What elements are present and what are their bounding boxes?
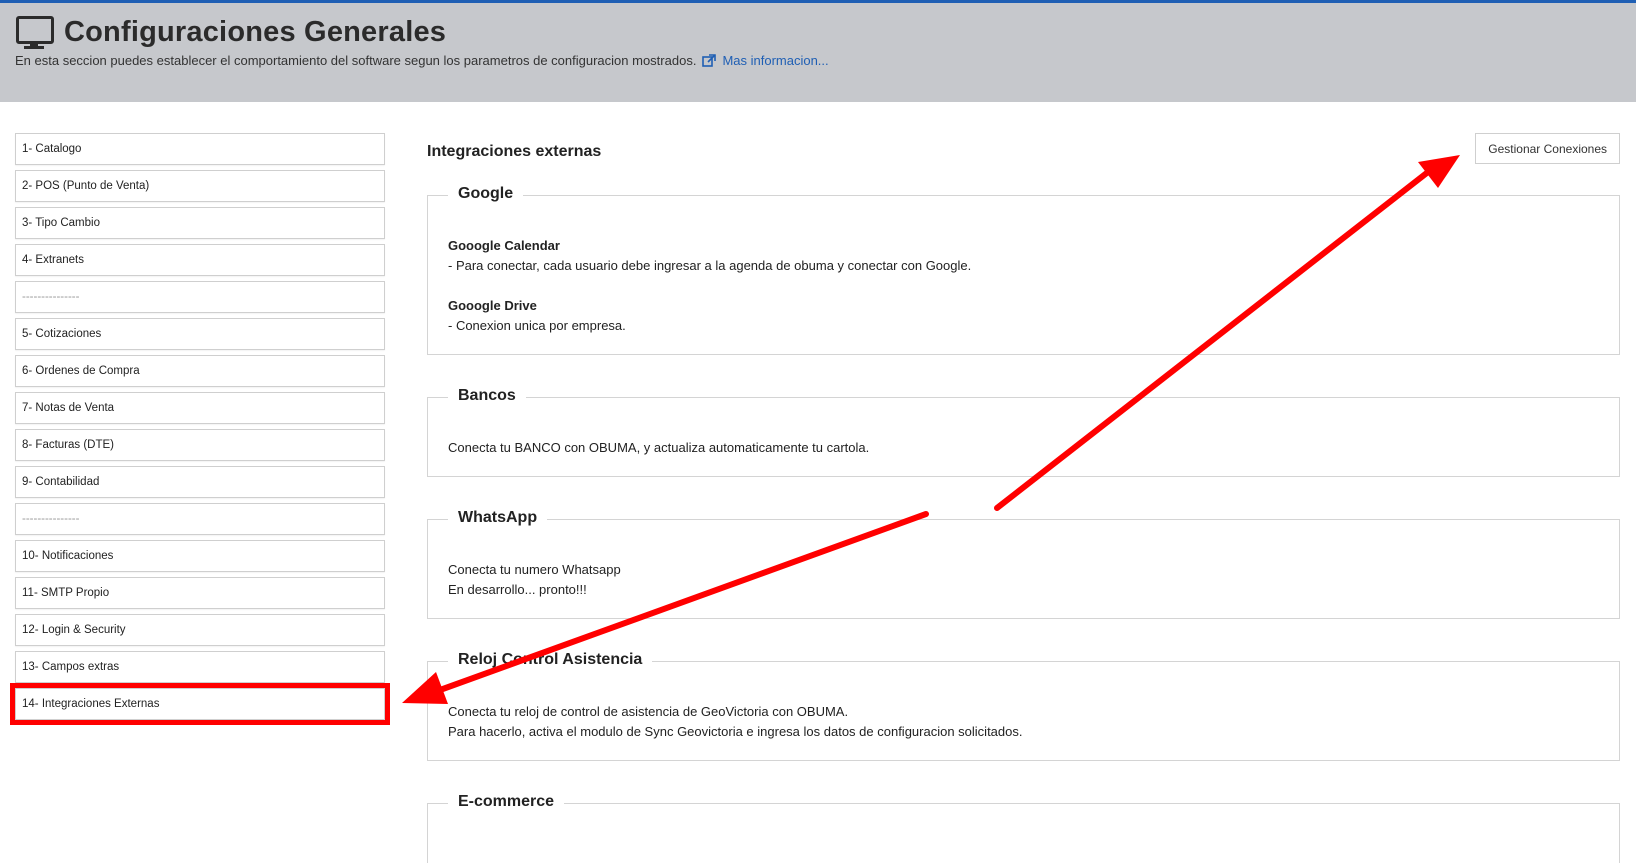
sidebar-item-catalogo[interactable]: 1- Catalogo — [15, 133, 385, 165]
reloj-line1: Conecta tu reloj de control de asistenci… — [448, 704, 849, 719]
subtitle-text: En esta seccion puedes establecer el com… — [15, 53, 697, 68]
section-google-title: Google — [448, 185, 524, 203]
sidebar-item-contabilidad[interactable]: 9- Contabilidad — [15, 466, 385, 498]
title-row: Configuraciones Generales — [14, 15, 446, 49]
google-drive-title: Gooogle Drive — [448, 298, 537, 313]
reloj-line2: Para hacerlo, activa el modulo de Sync G… — [448, 724, 1023, 739]
sidebar-item-integraciones-externas[interactable]: 14- Integraciones Externas — [10, 683, 390, 725]
sidebar-item-cotizaciones[interactable]: 5- Cotizaciones — [15, 318, 385, 350]
whatsapp-line2: En desarrollo... pronto!!! — [448, 582, 587, 597]
section-reloj: Reloj Control Asistencia Conecta tu relo… — [427, 651, 1620, 761]
section-ecommerce: E-commerce — [427, 793, 1620, 863]
google-drive-text: - Conexion unica por empresa. — [448, 318, 626, 333]
section-whatsapp: WhatsApp Conecta tu numero Whatsapp En d… — [427, 509, 1620, 619]
settings-sidebar: 1- Catalogo 2- POS (Punto de Venta) 3- T… — [10, 133, 390, 725]
google-calendar-text: - Para conectar, cada usuario debe ingre… — [448, 258, 972, 273]
more-info-link[interactable]: Mas informacion... — [722, 53, 828, 68]
bancos-text: Conecta tu BANCO con OBUMA, y actualiza … — [448, 440, 870, 455]
sidebar-item-smtp[interactable]: 11- SMTP Propio — [15, 577, 385, 609]
google-drive-info: Gooogle Drive - Conexion unica por empre… — [448, 296, 626, 336]
sidebar-item-tipo-cambio[interactable]: 3- Tipo Cambio — [15, 207, 385, 239]
section-bancos-title: Bancos — [448, 387, 526, 405]
page-header: Configuraciones Generales En esta seccio… — [0, 0, 1636, 102]
sidebar-item-login-security[interactable]: 12- Login & Security — [15, 614, 385, 646]
manage-connections-button[interactable]: Gestionar Conexiones — [1475, 133, 1620, 164]
whatsapp-info: Conecta tu numero Whatsapp En desarrollo… — [448, 560, 621, 600]
sidebar-item-pos[interactable]: 2- POS (Punto de Venta) — [15, 170, 385, 202]
section-bancos: Bancos Conecta tu BANCO con OBUMA, y act… — [427, 387, 1620, 477]
section-google: Google Gooogle Calendar - Para conectar,… — [427, 185, 1620, 355]
external-link-icon[interactable] — [702, 53, 717, 68]
sidebar-item-notificaciones[interactable]: 10- Notificaciones — [15, 540, 385, 572]
google-calendar-title: Gooogle Calendar — [448, 238, 560, 253]
page-subtitle: En esta seccion puedes establecer el com… — [15, 53, 829, 68]
section-reloj-title: Reloj Control Asistencia — [448, 651, 653, 669]
sidebar-item-ordenes-compra[interactable]: 6- Ordenes de Compra — [15, 355, 385, 387]
sidebar-item-notas-venta[interactable]: 7- Notas de Venta — [15, 392, 385, 424]
sidebar-separator: --------------- — [15, 503, 385, 535]
content-title: Integraciones externas — [427, 143, 602, 160]
reloj-info: Conecta tu reloj de control de asistenci… — [448, 702, 1022, 742]
google-calendar-info: Gooogle Calendar - Para conectar, cada u… — [448, 236, 971, 276]
monitor-icon — [14, 15, 54, 49]
section-ecommerce-title: E-commerce — [448, 793, 565, 811]
whatsapp-line1: Conecta tu numero Whatsapp — [448, 562, 621, 577]
sidebar-item-extranets[interactable]: 4- Extranets — [15, 244, 385, 276]
sidebar-separator: --------------- — [15, 281, 385, 313]
page-title: Configuraciones Generales — [64, 15, 447, 48]
sidebar-item-facturas[interactable]: 8- Facturas (DTE) — [15, 429, 385, 461]
section-whatsapp-title: WhatsApp — [448, 509, 548, 527]
sidebar-item-campos-extras[interactable]: 13- Campos extras — [15, 651, 385, 683]
